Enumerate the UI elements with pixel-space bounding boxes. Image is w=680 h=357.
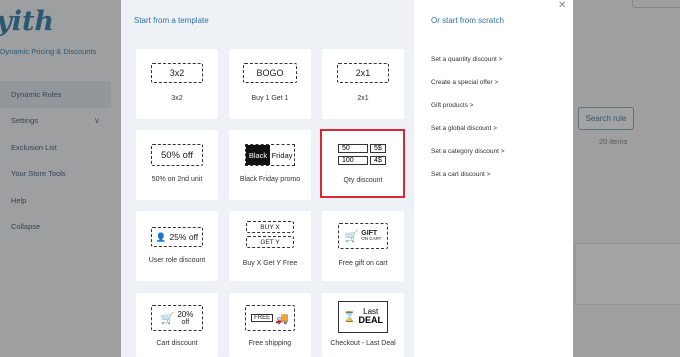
link-gift-products[interactable]: Gift products > <box>431 102 473 109</box>
tile-label: Checkout - Last Deal <box>330 340 396 347</box>
friday-text: Friday <box>271 150 293 160</box>
black-friday-illustration: Black Friday <box>245 144 295 166</box>
tile-label: Buy 1 Get 1 <box>251 95 289 102</box>
tile-label: User role discount <box>148 257 206 264</box>
link-cart-discount[interactable]: Set a cart discount > <box>431 171 490 178</box>
scratch-section-title: Or start from scratch <box>431 16 504 25</box>
cart-discount-text: 20% off <box>177 309 194 326</box>
tile-label: Free shipping <box>248 340 292 347</box>
free-text: FREE <box>251 314 274 322</box>
get-y-tag: GET Y <box>246 236 294 248</box>
last-deal-text: Last DEAL <box>358 307 383 326</box>
truck-icon: 🚚 <box>275 312 289 325</box>
black-text: Black <box>246 145 270 165</box>
link-quantity-discount[interactable]: Set a quantity discount > <box>431 56 502 63</box>
buy-x-tag: BUY X <box>246 221 294 233</box>
template-tile-3x2[interactable]: 3x2 3x2 <box>136 49 218 119</box>
tile-label: Free gift on cart <box>338 260 388 267</box>
template-tile-50-off[interactable]: 50% off 50% on 2nd unit <box>136 130 218 200</box>
tile-label: 3x2 <box>171 95 183 102</box>
template-tile-black-friday[interactable]: Black Friday Black Friday promo <box>229 130 311 200</box>
50-off-illustration: 50% off <box>151 144 203 166</box>
template-tile-gift-on-cart[interactable]: 🛒 GIFT ON CART Free gift on cart <box>322 211 404 281</box>
cart-discount-illustration: 🛒 20% off <box>151 305 203 331</box>
template-tile-2x1[interactable]: 2x1 2x1 <box>322 49 404 119</box>
selected-template-highlight <box>320 129 405 198</box>
bogo-illustration: BOGO <box>243 63 297 83</box>
user-role-text: 25% off <box>169 232 199 242</box>
on-cart-word: ON CART <box>361 236 382 242</box>
template-tile-buy-x-get-y[interactable]: BUY X GET Y Buy X Get Y Free <box>229 211 311 281</box>
template-tile-bogo[interactable]: BOGO Buy 1 Get 1 <box>229 49 311 119</box>
2x1-illustration: 2x1 <box>337 63 389 83</box>
last-deal-illustration: ⌛ Last DEAL <box>338 301 388 333</box>
template-section-title: Start from a template <box>134 16 209 25</box>
link-global-discount[interactable]: Set a global discount > <box>431 125 497 132</box>
percent-text: 20% <box>177 309 194 319</box>
template-tile-user-role[interactable]: 👤 25% off User role discount <box>136 211 218 281</box>
3x2-illustration: 3x2 <box>151 63 203 83</box>
link-category-discount[interactable]: Set a category discount > <box>431 148 505 155</box>
link-special-offer[interactable]: Create a special offer > <box>431 79 498 86</box>
scratch-area <box>414 0 573 357</box>
clock-icon: ⌛ <box>343 311 356 323</box>
off-text: off <box>181 318 190 326</box>
gift-text: GIFT ON CART <box>361 230 381 242</box>
cart-icon: 🛒 <box>160 312 175 325</box>
gift-illustration: 🛒 GIFT ON CART <box>338 223 388 249</box>
user-icon: 👤 <box>155 231 167 242</box>
free-shipping-illustration: FREE 🚚 <box>245 305 295 331</box>
template-tile-free-shipping[interactable]: FREE 🚚 Free shipping <box>229 293 311 357</box>
cart-icon: 🛒 <box>344 230 359 243</box>
tile-label: 50% on 2nd unit <box>151 176 203 183</box>
user-role-illustration: 👤 25% off <box>151 227 203 247</box>
template-tile-last-deal[interactable]: ⌛ Last DEAL Checkout - Last Deal <box>322 293 404 357</box>
close-icon[interactable]: ✕ <box>558 0 566 11</box>
tile-label: 2x1 <box>357 95 369 102</box>
tile-label: Buy X Get Y Free <box>242 260 298 267</box>
deal-word: DEAL <box>358 315 383 326</box>
tile-label: Black Friday promo <box>239 176 301 183</box>
tile-label: Cart discount <box>156 340 198 347</box>
template-tile-cart-discount[interactable]: 🛒 20% off Cart discount <box>136 293 218 357</box>
